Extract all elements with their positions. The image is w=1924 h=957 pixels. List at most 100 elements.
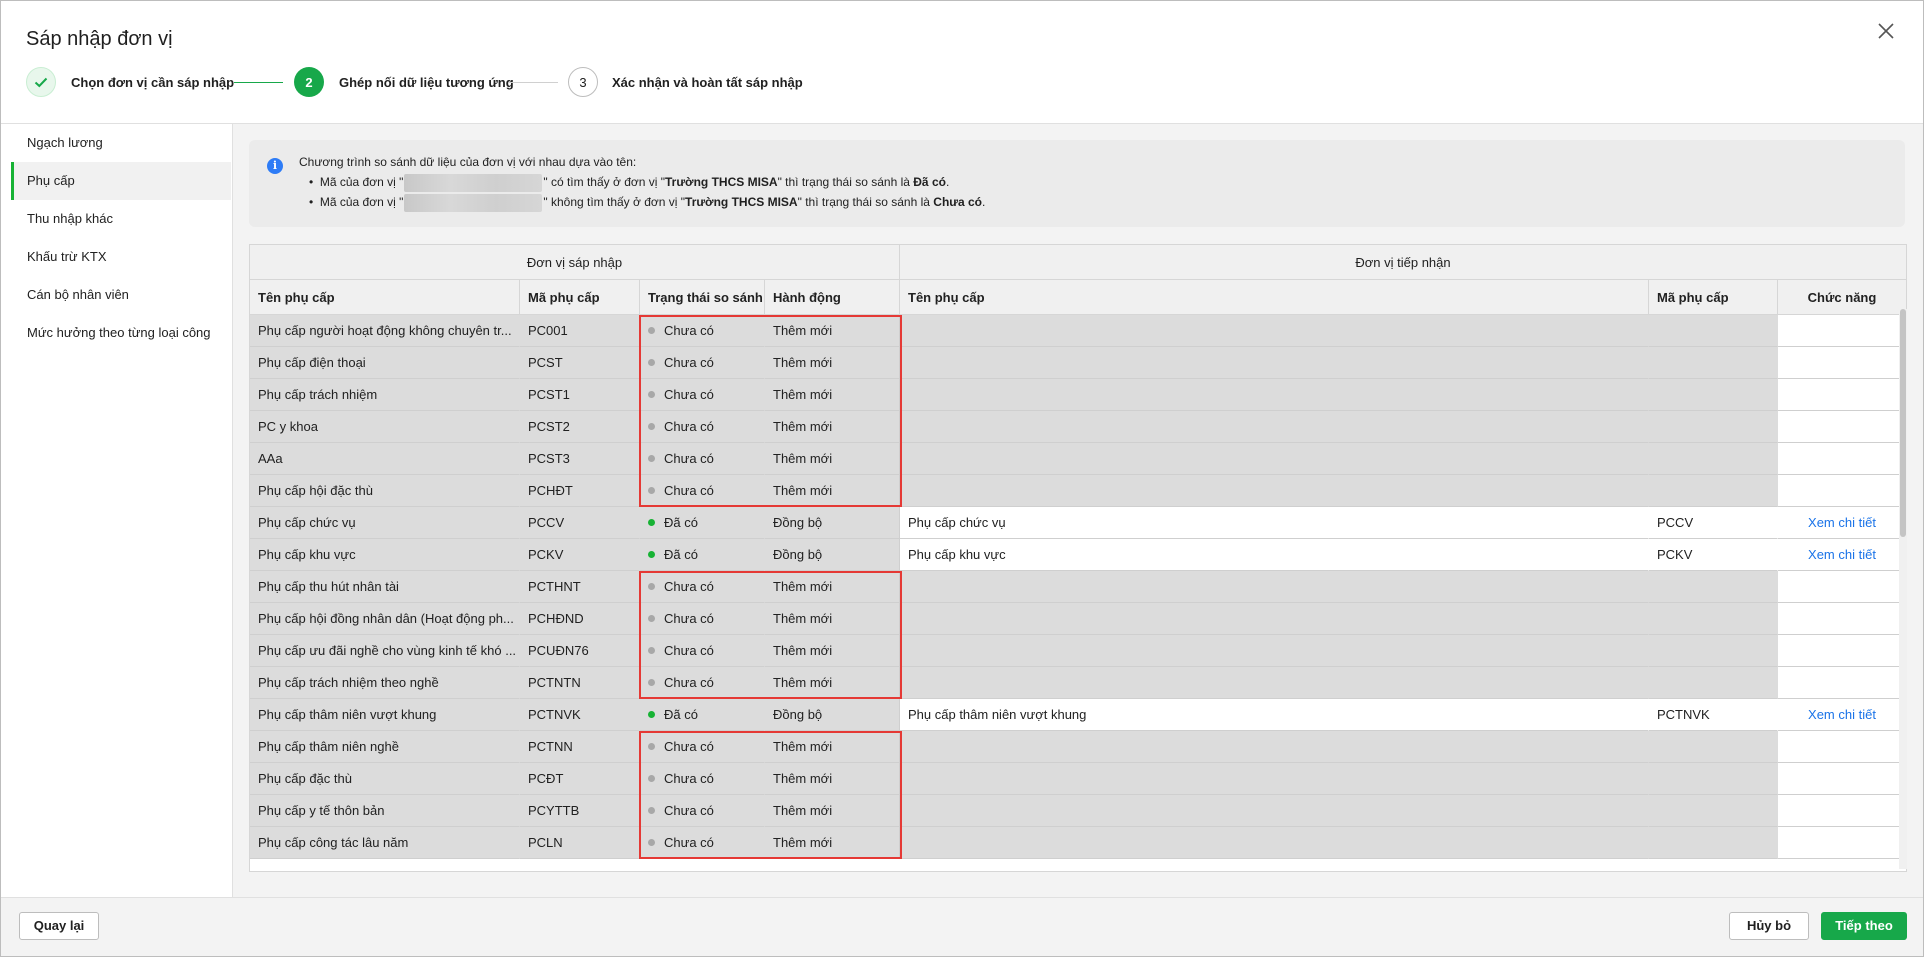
close-icon[interactable] — [1874, 19, 1898, 43]
table-row[interactable]: Phụ cấp công tác lâu năm PCLN Chưa có Thêm … — [250, 827, 1906, 859]
cell-src-name: Phụ cấp thâm niên nghề — [250, 731, 520, 763]
step-2-number: 2 — [294, 67, 324, 97]
merge-unit-dialog: Sáp nhập đơn vị Chọn đơn vị cần sáp nhập… — [0, 0, 1924, 957]
cell-src-name: Phụ cấp trách nhiệm theo nghề — [250, 667, 520, 699]
table-row[interactable]: Phụ cấp khu vực PCKV Đã có Đồng bộ Phụ cấp k… — [250, 539, 1906, 571]
table-row[interactable]: Phụ cấp chức vụ PCCV Đã có Đồng bộ Phụ cấp c… — [250, 507, 1906, 539]
table-row[interactable]: Phụ cấp hội đặc thù PCHĐT Chưa có Thêm mới — [250, 475, 1906, 507]
cell-dst-name — [900, 411, 1649, 443]
table-row[interactable]: Phụ cấp điện thoại PCST Chưa có Thêm mới — [250, 347, 1906, 379]
cell-dst-name — [900, 763, 1649, 795]
cell-status: Chưa có — [640, 571, 765, 603]
col-header-status[interactable]: Trạng thái so sánh — [640, 280, 765, 315]
table-row[interactable]: Phụ cấp ưu đãi nghề cho vùng kinh tế khó… — [250, 635, 1906, 667]
cell-src-name: Phụ cấp khu vực — [250, 539, 520, 571]
status-dot-icon — [648, 679, 655, 687]
cell-func — [1778, 379, 1906, 411]
back-button[interactable]: Quay lại — [19, 912, 99, 940]
col-header-dst-name[interactable]: Tên phụ cấp — [900, 280, 1649, 315]
step-3-number: 3 — [568, 67, 598, 97]
cell-src-name: PC y khoa — [250, 411, 520, 443]
cell-dst-name: Phụ cấp khu vực — [900, 539, 1649, 571]
status-dot-icon — [648, 519, 655, 527]
table-row[interactable]: Phụ cấp hội đồng nhân dân (Hoạt động ph.… — [250, 603, 1906, 635]
cell-action: Thêm mới — [765, 827, 900, 859]
dialog-title: Sáp nhập đơn vị — [26, 28, 173, 50]
status-dot-icon — [648, 743, 655, 751]
col-header-action[interactable]: Hành động — [765, 280, 900, 315]
cell-src-code: PCCV — [520, 507, 640, 539]
cell-src-name: Phụ cấp điện thoại — [250, 347, 520, 379]
grid-scrollbar[interactable] — [1899, 309, 1907, 869]
table-row[interactable]: PC y khoa PCST2 Chưa có Thêm mới — [250, 411, 1906, 443]
cell-action: Đồng bộ — [765, 539, 900, 571]
cell-src-name: Phụ cấp thâm niên vượt khung — [250, 699, 520, 731]
col-header-src-code[interactable]: Mã phụ cấp — [520, 280, 640, 315]
cell-dst-code — [1649, 443, 1778, 475]
info-bullet-1: • Mã của đơn vị " " có tìm thấy ở đơn vị … — [309, 174, 949, 192]
cell-func — [1778, 571, 1906, 603]
cell-action: Thêm mới — [765, 379, 900, 411]
cell-func — [1778, 763, 1906, 795]
table-row[interactable]: Phụ cấp trách nhiệm theo nghề PCTNTN Chưa … — [250, 667, 1906, 699]
col-header-src-name[interactable]: Tên phụ cấp — [250, 280, 520, 315]
table-row[interactable]: Phụ cấp y tế thôn bản PCYTTB Chưa có Thêm m… — [250, 795, 1906, 827]
view-detail-link[interactable]: Xem chi tiết — [1778, 699, 1906, 731]
cell-status: Chưa có — [640, 315, 765, 347]
cell-status: Chưa có — [640, 411, 765, 443]
sidebar-item-ngach-luong[interactable]: Ngạch lương — [11, 124, 231, 162]
cell-func — [1778, 411, 1906, 443]
col-header-dst-code[interactable]: Mã phụ cấp — [1649, 280, 1778, 315]
cell-action: Thêm mới — [765, 347, 900, 379]
sidebar-item-khau-tru-ktx[interactable]: Khấu trừ KTX — [11, 238, 231, 276]
table-row[interactable]: AAa PCST3 Chưa có Thêm mới — [250, 443, 1906, 475]
table-row[interactable]: Phụ cấp thâm niên nghề PCTNN Chưa có Thêm m… — [250, 731, 1906, 763]
sidebar-item-muc-huong[interactable]: Mức hưởng theo từng loại công — [11, 314, 231, 352]
sidebar-item-can-bo-nhan-vien[interactable]: Cán bộ nhân viên — [11, 276, 231, 314]
cell-status: Chưa có — [640, 763, 765, 795]
redacted-unit-name — [404, 194, 543, 212]
cell-action: Thêm mới — [765, 571, 900, 603]
cell-src-name: Phụ cấp công tác lâu năm — [250, 827, 520, 859]
cell-status: Chưa có — [640, 731, 765, 763]
cell-src-code: PCLN — [520, 827, 640, 859]
cell-src-name: Phụ cấp ưu đãi nghề cho vùng kinh tế khó… — [250, 635, 520, 667]
grid-scroll-thumb[interactable] — [1900, 309, 1906, 537]
cell-func — [1778, 827, 1906, 859]
cell-action: Thêm mới — [765, 603, 900, 635]
cell-dst-name — [900, 347, 1649, 379]
sidebar-item-thu-nhap-khac[interactable]: Thu nhập khác — [11, 200, 231, 238]
cell-action: Thêm mới — [765, 795, 900, 827]
cell-dst-code — [1649, 379, 1778, 411]
category-sidebar: Ngạch lương Phụ cấp Thu nhập khác Khấu t… — [11, 124, 233, 897]
cell-status: Chưa có — [640, 347, 765, 379]
status-dot-icon — [648, 647, 655, 655]
view-detail-link[interactable]: Xem chi tiết — [1778, 507, 1906, 539]
status-dot-icon — [648, 615, 655, 623]
cell-dst-name: Phụ cấp thâm niên vượt khung — [900, 699, 1649, 731]
table-row[interactable]: Phụ cấp trách nhiệm PCST1 Chưa có Thêm mới — [250, 379, 1906, 411]
group-header-target: Đơn vị tiếp nhận — [900, 245, 1906, 280]
cell-action: Thêm mới — [765, 731, 900, 763]
cell-dst-code — [1649, 347, 1778, 379]
cell-action: Thêm mới — [765, 635, 900, 667]
table-row[interactable]: Phụ cấp đặc thù PCĐT Chưa có Thêm mới — [250, 763, 1906, 795]
status-dot-icon — [648, 839, 655, 847]
cell-func — [1778, 347, 1906, 379]
table-row[interactable]: Phụ cấp thâm niên vượt khung PCTNVK Đã có Đ… — [250, 699, 1906, 731]
cell-status: Đã có — [640, 699, 765, 731]
next-button[interactable]: Tiếp theo — [1821, 912, 1907, 940]
cancel-button[interactable]: Hủy bỏ — [1729, 912, 1809, 940]
info-bullet-2: • Mã của đơn vị " " không tìm thấy ở đơn … — [309, 194, 985, 212]
table-row[interactable]: Phụ cấp thu hút nhân tài PCTHNT Chưa có Thê… — [250, 571, 1906, 603]
cell-dst-code — [1649, 795, 1778, 827]
view-detail-link[interactable]: Xem chi tiết — [1778, 539, 1906, 571]
table-row[interactable]: Phụ cấp người hoạt động không chuyên tr.… — [250, 315, 1906, 347]
sidebar-item-phu-cap[interactable]: Phụ cấp — [11, 162, 231, 200]
cell-status: Chưa có — [640, 603, 765, 635]
col-header-function: Chức năng — [1778, 280, 1906, 315]
status-dot-icon — [648, 391, 655, 399]
cell-action: Thêm mới — [765, 411, 900, 443]
cell-dst-code — [1649, 763, 1778, 795]
status-dot-icon — [648, 807, 655, 815]
